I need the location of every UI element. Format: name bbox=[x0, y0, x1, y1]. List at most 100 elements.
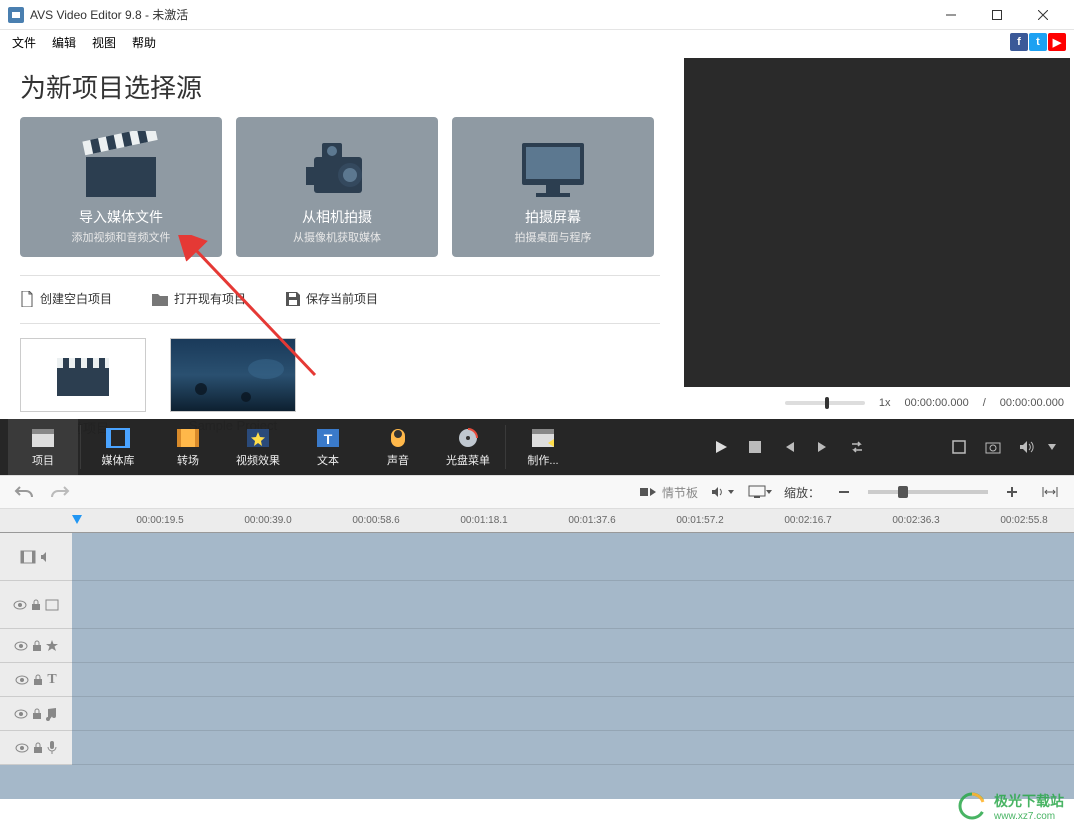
fullscreen-button[interactable] bbox=[946, 434, 972, 460]
track-row[interactable] bbox=[72, 697, 1074, 731]
close-button[interactable] bbox=[1020, 0, 1066, 30]
youtube-icon[interactable]: ▶ bbox=[1048, 33, 1066, 51]
effect-track-head[interactable] bbox=[0, 629, 72, 663]
twitter-icon[interactable]: t bbox=[1029, 33, 1047, 51]
titlebar: AVS Video Editor 9.8 - 未激活 bbox=[0, 0, 1074, 30]
tool-disc[interactable]: 光盘菜单 bbox=[433, 419, 503, 475]
tool-produce[interactable]: 制作... bbox=[508, 419, 578, 475]
next-button[interactable] bbox=[810, 434, 836, 460]
zoom-in-button[interactable] bbox=[998, 480, 1026, 504]
eye-icon bbox=[14, 709, 28, 719]
storyboard-toggle[interactable]: 情节板 bbox=[640, 480, 698, 504]
link-label: 创建空白项目 bbox=[40, 290, 112, 307]
upper-area: 为新项目选择源 导入媒体文件 添加视频和音频文件 bbox=[0, 54, 1074, 419]
display-options-button[interactable] bbox=[746, 480, 774, 504]
menu-view[interactable]: 视图 bbox=[84, 32, 124, 53]
watermark-title: 极光下载站 bbox=[994, 791, 1064, 811]
redo-button[interactable] bbox=[46, 480, 74, 504]
film-icon bbox=[20, 550, 36, 564]
track-row[interactable] bbox=[72, 581, 1074, 629]
tool-label: 媒体库 bbox=[102, 452, 135, 468]
stop-button[interactable] bbox=[742, 434, 768, 460]
ruler-tick: 00:01:57.2 bbox=[676, 515, 723, 526]
eye-icon bbox=[13, 600, 27, 610]
tool-voice[interactable]: 声音 bbox=[363, 419, 433, 475]
track-row[interactable] bbox=[72, 629, 1074, 663]
music-icon bbox=[46, 707, 58, 721]
camera-capture-card[interactable]: 从相机拍摄 从摄像机获取媒体 bbox=[236, 117, 438, 257]
watermark-logo-icon bbox=[956, 790, 988, 822]
disc-icon bbox=[455, 427, 481, 449]
text-icon: T bbox=[315, 427, 341, 449]
save-project-link[interactable]: 保存当前项目 bbox=[286, 290, 378, 307]
speaker-icon bbox=[40, 552, 52, 562]
eye-icon bbox=[15, 675, 29, 685]
fit-button[interactable] bbox=[1036, 480, 1064, 504]
tool-label: 制作... bbox=[527, 452, 558, 468]
tool-label: 光盘菜单 bbox=[446, 452, 490, 468]
speed-label: 1x bbox=[879, 397, 891, 409]
card-subtitle: 从摄像机获取媒体 bbox=[293, 229, 381, 245]
menu-edit[interactable]: 编辑 bbox=[44, 32, 84, 53]
window-controls bbox=[928, 0, 1066, 30]
snapshot-button[interactable] bbox=[980, 434, 1006, 460]
audio-track-head[interactable] bbox=[0, 697, 72, 731]
library-icon bbox=[105, 427, 131, 449]
star-icon bbox=[46, 640, 58, 652]
open-project-link[interactable]: 打开现有项目 bbox=[152, 290, 246, 307]
tool-project[interactable]: 项目 bbox=[8, 419, 78, 475]
volume-button[interactable] bbox=[1014, 434, 1040, 460]
source-panel: 为新项目选择源 导入媒体文件 添加视频和音频文件 bbox=[0, 54, 680, 419]
tool-label: 项目 bbox=[32, 452, 54, 468]
speed-slider[interactable] bbox=[785, 401, 865, 405]
minimize-button[interactable] bbox=[928, 0, 974, 30]
menu-help[interactable]: 帮助 bbox=[124, 32, 164, 53]
timeline-controls: 情节板 缩放： bbox=[0, 475, 1074, 509]
toolbar: 项目 媒体库 转场 视频效果 T 文本 声音 光盘菜单 制作... bbox=[0, 419, 1074, 475]
overlay-track-head[interactable] bbox=[0, 581, 72, 629]
video-track-head[interactable] bbox=[0, 533, 72, 581]
track-row[interactable] bbox=[72, 533, 1074, 581]
playhead-marker[interactable] bbox=[72, 515, 82, 524]
create-blank-link[interactable]: 创建空白项目 bbox=[20, 290, 112, 307]
tool-videofx[interactable]: 视频效果 bbox=[223, 419, 293, 475]
maximize-button[interactable] bbox=[974, 0, 1020, 30]
import-media-card[interactable]: 导入媒体文件 添加视频和音频文件 bbox=[20, 117, 222, 257]
dropdown-icon[interactable] bbox=[1048, 444, 1056, 450]
preview-screen[interactable] bbox=[684, 58, 1070, 387]
zoom-out-button[interactable] bbox=[830, 480, 858, 504]
tool-library[interactable]: 媒体库 bbox=[83, 419, 153, 475]
tool-label: 文本 bbox=[317, 452, 339, 468]
menu-file[interactable]: 文件 bbox=[4, 32, 44, 53]
prev-button[interactable] bbox=[776, 434, 802, 460]
menubar: 文件 编辑 视图 帮助 f t ▶ bbox=[0, 30, 1074, 54]
separator bbox=[505, 425, 506, 469]
tool-text[interactable]: T 文本 bbox=[293, 419, 363, 475]
produce-icon bbox=[530, 427, 556, 449]
zoom-slider[interactable] bbox=[868, 490, 988, 494]
play-button[interactable] bbox=[708, 434, 734, 460]
track-row[interactable] bbox=[72, 731, 1074, 765]
track-body[interactable] bbox=[72, 533, 1074, 765]
card-subtitle: 添加视频和音频文件 bbox=[72, 229, 171, 245]
voice-track-head[interactable] bbox=[0, 731, 72, 765]
tool-transition[interactable]: 转场 bbox=[153, 419, 223, 475]
undo-button[interactable] bbox=[10, 480, 38, 504]
preview-panel: 1x 00:00:00.000 / 00:00:00.000 bbox=[680, 54, 1074, 419]
svg-text:T: T bbox=[324, 431, 333, 447]
text-track-head[interactable]: T bbox=[0, 663, 72, 697]
screen-capture-card[interactable]: 拍摄屏幕 拍摄桌面与程序 bbox=[452, 117, 654, 257]
card-title: 导入媒体文件 bbox=[79, 207, 163, 227]
timeline-tracks: T bbox=[0, 533, 1074, 765]
timeline-ruler[interactable]: 00:00:19.5 00:00:39.0 00:00:58.6 00:01:1… bbox=[0, 509, 1074, 533]
audio-mixer-button[interactable] bbox=[708, 480, 736, 504]
time-current: 00:00:00.000 bbox=[904, 397, 968, 409]
ruler-tick: 00:00:39.0 bbox=[244, 515, 291, 526]
track-row[interactable] bbox=[72, 663, 1074, 697]
storyboard-label: 情节板 bbox=[662, 484, 698, 501]
facebook-icon[interactable]: f bbox=[1010, 33, 1028, 51]
loop-button[interactable] bbox=[844, 434, 870, 460]
source-links: 创建空白项目 打开现有项目 保存当前项目 bbox=[20, 275, 660, 324]
save-icon bbox=[286, 292, 300, 306]
text-icon: T bbox=[47, 672, 56, 688]
